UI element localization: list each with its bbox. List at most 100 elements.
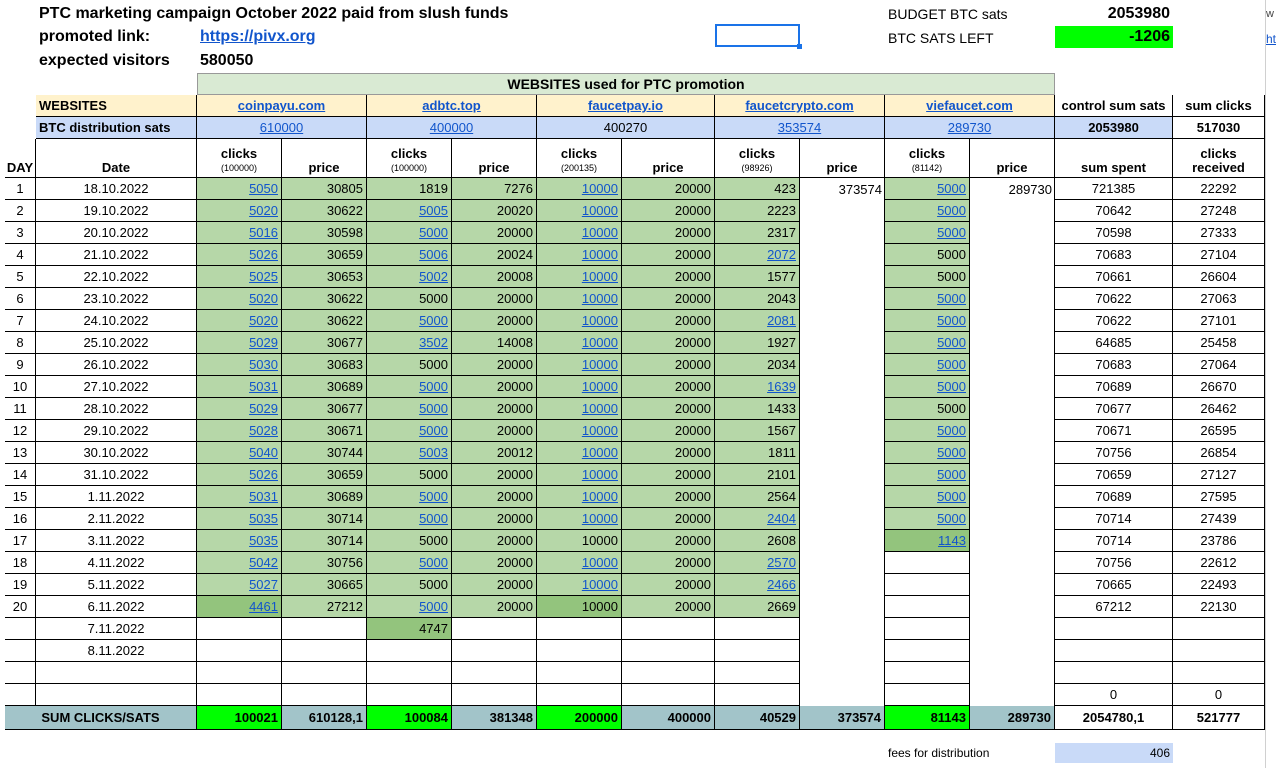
date-cell: 23.10.2022 xyxy=(36,288,197,310)
site-clicks-cell[interactable]: 5000 xyxy=(885,420,970,442)
selected-cell[interactable] xyxy=(715,24,800,47)
site-clicks-cell[interactable]: 5000 xyxy=(885,464,970,486)
site-clicks-cell[interactable]: 10000 xyxy=(537,178,622,200)
site-clicks-cell[interactable]: 5020 xyxy=(197,310,282,332)
site-clicks-cell[interactable]: 10000 xyxy=(537,442,622,464)
clicks-header-target: (100000) xyxy=(220,163,258,173)
site-clicks-cell[interactable]: 5000 xyxy=(367,508,452,530)
site-clicks-cell[interactable]: 5000 xyxy=(885,442,970,464)
site-clicks-cell[interactable]: 10000 xyxy=(537,376,622,398)
site-clicks-cell: 2223 xyxy=(715,200,800,222)
clicks-received-cell: 22493 xyxy=(1173,574,1265,596)
site-price-cell: 30683 xyxy=(282,354,367,376)
fill-handle[interactable] xyxy=(797,44,802,49)
site-price-cell: 20000 xyxy=(452,552,537,574)
site-clicks-cell[interactable]: 5002 xyxy=(367,266,452,288)
site-clicks-cell[interactable]: 5000 xyxy=(367,596,452,618)
site-clicks-cell[interactable]: 10000 xyxy=(537,332,622,354)
site-clicks-cell[interactable]: 10000 xyxy=(537,200,622,222)
site-clicks-cell[interactable]: 1143 xyxy=(885,530,970,552)
site-clicks-cell[interactable]: 10000 xyxy=(537,266,622,288)
site-clicks-cell[interactable]: 2570 xyxy=(715,552,800,574)
site-clicks-cell[interactable]: 5000 xyxy=(885,200,970,222)
site-clicks-cell[interactable]: 5000 xyxy=(367,552,452,574)
site-clicks-cell[interactable]: 5005 xyxy=(367,200,452,222)
site-clicks-cell[interactable]: 5003 xyxy=(367,442,452,464)
site-clicks-cell[interactable]: 5035 xyxy=(197,530,282,552)
site-clicks-cell[interactable]: 5035 xyxy=(197,508,282,530)
site-clicks-cell[interactable]: 5006 xyxy=(367,244,452,266)
site-clicks-cell[interactable]: 5000 xyxy=(367,486,452,508)
site-name-2[interactable]: faucetpay.io xyxy=(537,95,715,117)
site-clicks-cell[interactable]: 5000 xyxy=(367,222,452,244)
site-clicks-cell[interactable]: 5042 xyxy=(197,552,282,574)
site-clicks-cell[interactable]: 2466 xyxy=(715,574,800,596)
site-distribution-1[interactable]: 400000 xyxy=(367,117,537,139)
site-distribution-4[interactable]: 289730 xyxy=(885,117,1055,139)
site-clicks-cell[interactable]: 5020 xyxy=(197,288,282,310)
site-clicks-cell[interactable]: 5016 xyxy=(197,222,282,244)
site-clicks-cell[interactable]: 5028 xyxy=(197,420,282,442)
site-clicks-cell[interactable]: 10000 xyxy=(537,310,622,332)
date-cell: 27.10.2022 xyxy=(36,376,197,398)
site-clicks-cell[interactable]: 3502 xyxy=(367,332,452,354)
site-price-cell xyxy=(282,684,367,706)
site-clicks-cell[interactable]: 5020 xyxy=(197,200,282,222)
site-clicks-cell[interactable]: 5026 xyxy=(197,464,282,486)
site-clicks-cell[interactable]: 5026 xyxy=(197,244,282,266)
site-clicks-cell[interactable]: 10000 xyxy=(537,222,622,244)
site-clicks-cell[interactable]: 5025 xyxy=(197,266,282,288)
site-clicks-cell[interactable]: 5029 xyxy=(197,398,282,420)
site-clicks-cell[interactable]: 10000 xyxy=(537,354,622,376)
site-clicks-cell[interactable]: 10000 xyxy=(537,244,622,266)
site-distribution-0[interactable]: 610000 xyxy=(197,117,367,139)
site-distribution-3[interactable]: 353574 xyxy=(715,117,885,139)
site-clicks-cell[interactable]: 5000 xyxy=(367,310,452,332)
site-clicks-cell[interactable]: 10000 xyxy=(537,552,622,574)
promoted-link[interactable]: https://pivx.org xyxy=(197,26,397,48)
site-clicks-cell[interactable]: 4461 xyxy=(197,596,282,618)
site-clicks-cell[interactable]: 5000 xyxy=(885,332,970,354)
site-name-3[interactable]: faucetcrypto.com xyxy=(715,95,885,117)
site-clicks-cell[interactable]: 5000 xyxy=(885,288,970,310)
site-clicks-cell[interactable]: 10000 xyxy=(537,508,622,530)
site-clicks-cell[interactable]: 5000 xyxy=(885,178,970,200)
site-clicks-cell[interactable]: 5000 xyxy=(885,508,970,530)
site-clicks-cell[interactable]: 2081 xyxy=(715,310,800,332)
clicks-header-2: clicks (200135) xyxy=(537,139,622,178)
site-clicks-cell[interactable]: 5000 xyxy=(367,376,452,398)
site-clicks-cell[interactable]: 1639 xyxy=(715,376,800,398)
site-clicks-cell[interactable]: 5040 xyxy=(197,442,282,464)
site-clicks-cell[interactable]: 10000 xyxy=(537,464,622,486)
site-clicks-cell[interactable]: 10000 xyxy=(537,574,622,596)
site-name-4[interactable]: viefaucet.com xyxy=(885,95,1055,117)
site-clicks-cell[interactable]: 2072 xyxy=(715,244,800,266)
site-clicks-cell[interactable]: 5000 xyxy=(885,222,970,244)
price-header-0: price xyxy=(282,139,367,178)
sum-spent-cell: 70598 xyxy=(1055,222,1173,244)
site-clicks-cell[interactable]: 5027 xyxy=(197,574,282,596)
site-clicks-cell[interactable]: 5000 xyxy=(367,420,452,442)
site-clicks-cell[interactable]: 5000 xyxy=(367,398,452,420)
site-clicks-cell[interactable]: 5029 xyxy=(197,332,282,354)
site-clicks-cell[interactable]: 5000 xyxy=(885,310,970,332)
site-clicks-cell[interactable]: 5000 xyxy=(885,486,970,508)
day-cell: 7 xyxy=(5,310,36,332)
site-clicks-cell[interactable]: 5050 xyxy=(197,178,282,200)
site-clicks-cell[interactable]: 2404 xyxy=(715,508,800,530)
site-clicks-cell[interactable]: 10000 xyxy=(537,398,622,420)
site-clicks-cell[interactable]: 5000 xyxy=(885,354,970,376)
site-price-cell: 20000 xyxy=(622,266,715,288)
site-clicks-cell[interactable]: 5031 xyxy=(197,376,282,398)
site-clicks-cell[interactable]: 5031 xyxy=(197,486,282,508)
site-clicks-cell[interactable]: 10000 xyxy=(537,486,622,508)
site-clicks-cell[interactable]: 10000 xyxy=(537,420,622,442)
site-name-1[interactable]: adbtc.top xyxy=(367,95,537,117)
site-clicks-cell[interactable]: 10000 xyxy=(537,288,622,310)
site-price-cell: 20000 xyxy=(452,420,537,442)
day-cell: 2 xyxy=(5,200,36,222)
site-name-0[interactable]: coinpayu.com xyxy=(197,95,367,117)
site-clicks-cell[interactable]: 5000 xyxy=(885,376,970,398)
sum-cell: 100084 xyxy=(367,706,452,730)
site-clicks-cell[interactable]: 5030 xyxy=(197,354,282,376)
